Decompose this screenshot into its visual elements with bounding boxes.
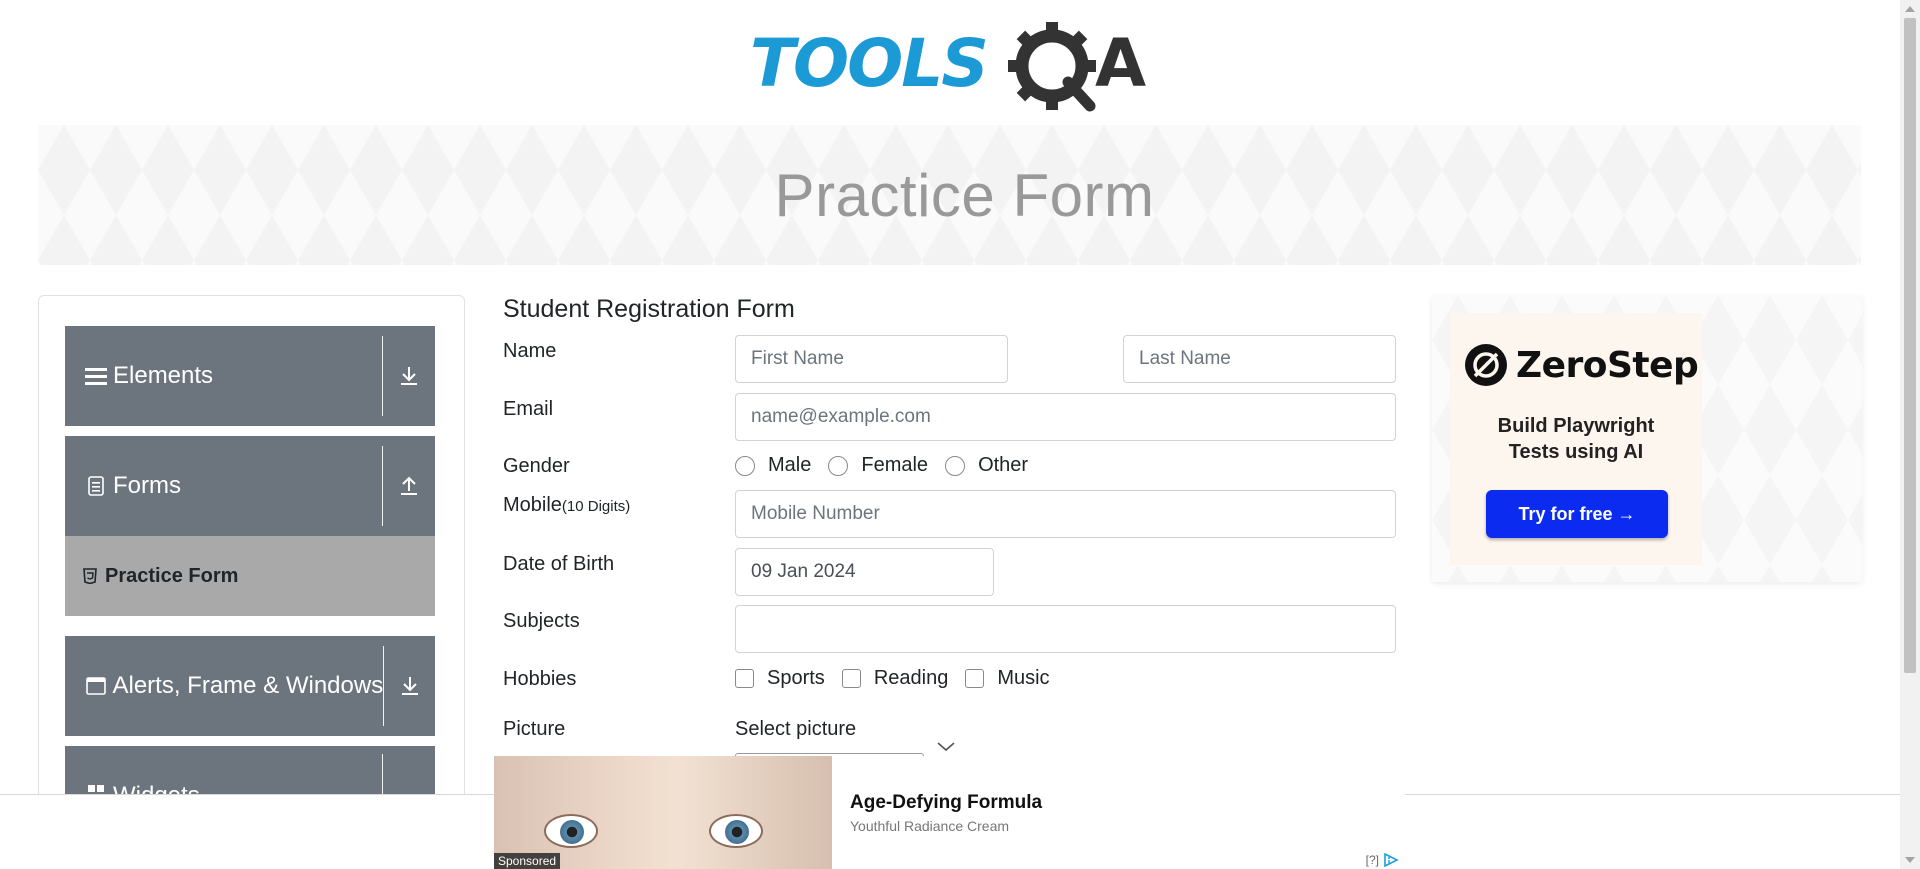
checkbox-label: Music: [997, 667, 1050, 689]
ad-brand-name: ZeroStep: [1516, 344, 1699, 386]
scroll-thumb[interactable]: [1904, 18, 1916, 673]
upload-arrow-icon[interactable]: [383, 475, 435, 497]
name-label: Name: [503, 340, 557, 362]
picture-label: Picture: [503, 718, 566, 740]
gender-male-option[interactable]: Male: [735, 454, 811, 477]
ad-subtitle: Youthful Radiance Cream: [850, 818, 1010, 834]
checkbox-label: Sports: [767, 667, 825, 689]
checkbox[interactable]: [735, 669, 754, 688]
hobby-reading-option[interactable]: Reading: [841, 667, 949, 690]
ad-card: ZeroStep Build Playwright Tests using AI…: [1450, 313, 1702, 565]
download-arrow-icon[interactable]: [383, 365, 435, 387]
hamburger-icon: [85, 365, 107, 387]
sidebar-group-forms[interactable]: Forms: [65, 436, 435, 536]
mobile-label-text: Mobile: [503, 494, 562, 516]
zerostep-ad[interactable]: ZeroStep Build Playwright Tests using AI…: [1432, 295, 1862, 582]
window-icon: [85, 675, 106, 697]
scroll-down-arrow-icon[interactable]: [1905, 857, 1915, 863]
sidebar-group-label: Forms: [113, 472, 181, 499]
mobile-hint: (10 Digits): [561, 498, 631, 515]
sidebar-group-elements[interactable]: Elements: [65, 326, 435, 426]
gender-female-option[interactable]: Female: [828, 454, 928, 477]
page-banner: Practice Form: [38, 125, 1861, 265]
first-name-input[interactable]: First Name: [735, 335, 1008, 383]
divider: [382, 336, 383, 416]
hobby-music-option[interactable]: Music: [965, 667, 1050, 690]
download-arrow-icon[interactable]: [384, 675, 435, 697]
svg-text:TOOLS: TOOLS: [750, 25, 987, 102]
sidebar: Elements Forms Practice Form Alerts, Fra…: [38, 295, 465, 869]
divider: [382, 446, 383, 526]
select-picture-label[interactable]: Select picture: [735, 718, 856, 741]
html5-icon: [83, 568, 97, 584]
gender-label: Gender: [503, 455, 570, 477]
email-input[interactable]: name@example.com: [735, 393, 1396, 441]
form-title: Student Registration Form: [503, 295, 795, 323]
last-name-input[interactable]: Last Name: [1123, 335, 1396, 383]
subjects-label: Subjects: [503, 610, 580, 632]
page-scrollbar[interactable]: [1900, 0, 1920, 869]
divider: [383, 646, 385, 726]
sidebar-group-label: Alerts, Frame & Windows: [112, 672, 384, 699]
ad-tagline-line: Build Playwright: [1497, 415, 1655, 437]
gender-other-option[interactable]: Other: [945, 454, 1028, 477]
checkbox[interactable]: [965, 669, 985, 688]
page-title: Practice Form: [774, 161, 1155, 229]
ad-tagline-line: Tests using AI: [1508, 441, 1644, 463]
radio-button[interactable]: [735, 455, 755, 476]
bottom-ad[interactable]: Sponsored Age-Defying Formula Youthful R…: [494, 756, 1405, 869]
radio-button[interactable]: [945, 455, 966, 476]
radio-label: Other: [978, 454, 1029, 476]
sponsored-badge: Sponsored: [494, 853, 561, 869]
ad-image[interactable]: Sponsored: [494, 756, 832, 869]
hobbies-label: Hobbies: [503, 668, 577, 690]
ad-title[interactable]: Age-Defying Formula: [850, 792, 1042, 814]
document-icon: [85, 475, 107, 497]
zerostep-icon: [1465, 344, 1507, 386]
subjects-input[interactable]: [735, 605, 1396, 653]
toolsqa-logo[interactable]: TOOLS A: [750, 18, 1155, 114]
radio-label: Male: [768, 454, 812, 476]
try-for-free-button[interactable]: Try for free →: [1486, 490, 1668, 538]
scroll-up-arrow-icon[interactable]: [1905, 6, 1915, 12]
mobile-input[interactable]: Mobile Number: [735, 490, 1396, 538]
radio-label: Female: [861, 454, 929, 476]
dob-label: Date of Birth: [503, 553, 615, 575]
ad-info[interactable]: [?]: [1366, 853, 1399, 867]
radio-button[interactable]: [828, 455, 849, 476]
svg-text:A: A: [1095, 25, 1146, 102]
gender-radio-group: Male Female Other: [735, 454, 1045, 477]
eye-shape: [709, 814, 763, 848]
zerostep-logo: ZeroStep: [1464, 343, 1699, 387]
sidebar-group-label: Elements: [113, 362, 214, 389]
email-label: Email: [503, 398, 554, 420]
hobby-sports-option[interactable]: Sports: [735, 667, 825, 690]
date-of-birth-input[interactable]: 09 Jan 2024: [735, 548, 994, 596]
ad-help-link[interactable]: [?]: [1366, 853, 1379, 867]
logo-graphic: TOOLS A: [750, 22, 1146, 112]
checkbox-label: Reading: [873, 667, 949, 689]
checkbox[interactable]: [841, 669, 861, 688]
adchoices-icon[interactable]: [1383, 853, 1399, 867]
eye-shape: [544, 814, 598, 848]
sidebar-item-label: Practice Form: [105, 564, 239, 587]
hobbies-checkbox-group: Sports Reading Music: [735, 667, 1067, 690]
sidebar-group-alerts[interactable]: Alerts, Frame & Windows: [65, 636, 435, 736]
sidebar-item-practice-form[interactable]: Practice Form: [65, 536, 435, 616]
mobile-label: Mobile(10 Digits): [503, 494, 630, 517]
ad-tagline: Build Playwright Tests using AI: [1450, 413, 1702, 465]
